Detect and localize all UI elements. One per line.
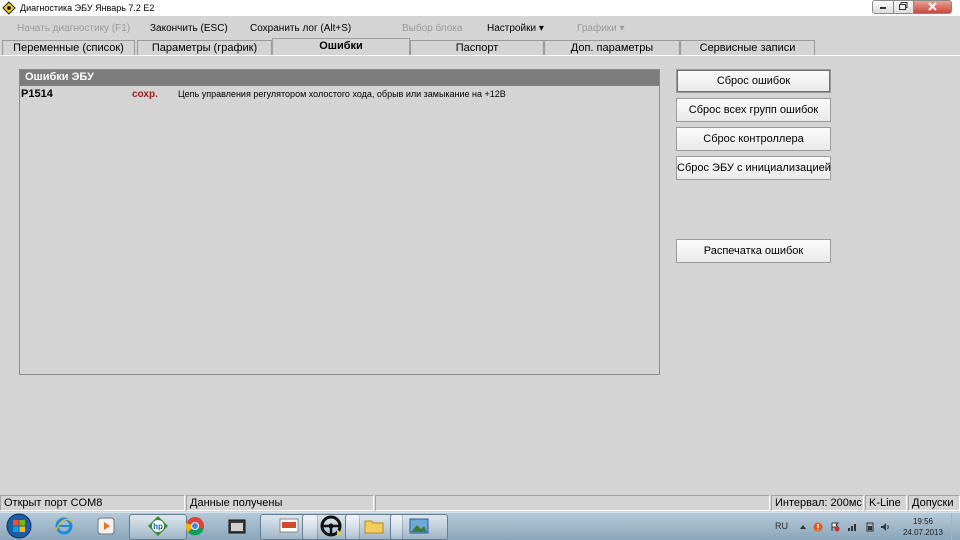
close-button[interactable]	[914, 0, 952, 14]
menu-bar: Начать диагностику (F1) Закончить (ESC) …	[0, 18, 960, 40]
status-port: Открыт порт COM8	[0, 495, 185, 511]
tab-variables-list[interactable]: Переменные (список)	[2, 40, 135, 56]
error-row[interactable]: P1514 сохр. Цепь управления регулятором …	[20, 86, 659, 100]
hp-icon: hp	[147, 515, 169, 540]
reset-all-groups-button[interactable]: Сброс всех групп ошибок	[676, 98, 831, 122]
menu-stop[interactable]: Закончить (ESC)	[150, 23, 228, 34]
app-logo-icon	[2, 1, 16, 15]
tab-divider	[0, 55, 960, 56]
tab-extra-parameters[interactable]: Доп. параметры	[544, 40, 680, 56]
status-bar: Открыт порт COM8 Данные получены Интерва…	[0, 494, 960, 512]
action-center-icon[interactable]	[830, 522, 840, 532]
error-code: P1514	[21, 88, 53, 100]
title-bar: Диагностика ЭБУ Январь 7.2 Е2	[0, 0, 960, 16]
tab-parameters-chart[interactable]: Параметры (график)	[137, 40, 272, 56]
taskbar: hp RU 19:56 24.07.2013	[0, 512, 960, 540]
error-description: Цепь управления регулятором холостого хо…	[178, 89, 506, 99]
internet-explorer-icon	[54, 516, 74, 539]
error-status: сохр.	[132, 89, 158, 100]
presentation-icon	[278, 516, 300, 539]
taskbar-photo-viewer[interactable]	[390, 514, 448, 540]
menu-select-block[interactable]: Выбор блока	[402, 23, 462, 34]
language-indicator[interactable]: RU	[775, 521, 788, 531]
svg-text:hp: hp	[153, 522, 163, 531]
menu-start-diagnostics[interactable]: Начать диагностику (F1)	[17, 23, 130, 34]
reset-ecu-init-button[interactable]: Сброс ЭБУ с инициализацией	[676, 156, 831, 180]
ecu-errors-panel: Ошибки ЭБУ P1514 сохр. Цепь управления р…	[19, 69, 660, 375]
menu-charts[interactable]: Графики ▾	[577, 23, 625, 34]
network-icon[interactable]	[847, 522, 857, 532]
clock-time: 19:56	[912, 517, 934, 526]
menu-settings[interactable]: Настройки ▾	[487, 23, 544, 34]
panel-title: Ошибки ЭБУ	[20, 70, 659, 86]
volume-icon[interactable]	[880, 522, 890, 532]
tab-passport[interactable]: Паспорт	[410, 40, 544, 56]
status-protocol: K-Line	[865, 495, 907, 511]
window-title: Диагностика ЭБУ Январь 7.2 Е2	[20, 3, 155, 13]
menu-settings-label: Настройки	[487, 23, 537, 34]
dropdown-arrow-icon: ▾	[619, 23, 625, 34]
taskbar-media-player[interactable]	[86, 514, 126, 540]
clock-date: 24.07.2013	[902, 528, 944, 537]
battery-icon[interactable]	[865, 522, 875, 532]
minimize-icon	[879, 2, 887, 12]
start-orb-icon	[6, 513, 32, 540]
minimize-button[interactable]	[872, 0, 894, 14]
status-tolerances: Допуски	[908, 495, 960, 511]
start-button[interactable]	[3, 513, 35, 540]
tray-arrow-icon[interactable]	[798, 522, 808, 532]
status-data: Данные получены	[186, 495, 374, 511]
reset-controller-button[interactable]: Сброс контроллера	[676, 127, 831, 151]
print-errors-button[interactable]: Распечатка ошибок	[676, 239, 831, 263]
tab-errors[interactable]: Ошибки	[272, 38, 410, 56]
photo-viewer-icon	[408, 516, 430, 539]
dropdown-arrow-icon: ▾	[538, 23, 544, 34]
tab-strip: Переменные (список) Параметры (график) О…	[0, 38, 960, 56]
file-explorer-icon	[363, 516, 385, 539]
menu-charts-label: Графики	[577, 23, 617, 34]
tab-service-records[interactable]: Сервисные записи	[680, 40, 815, 56]
media-player-icon	[96, 516, 116, 539]
chrome-icon	[185, 516, 205, 539]
taskbar-app-window[interactable]	[217, 514, 257, 540]
taskbar-ie[interactable]	[44, 514, 84, 540]
taskbar-chrome[interactable]	[175, 514, 215, 540]
show-desktop-button[interactable]	[951, 513, 960, 540]
tray-clock[interactable]: 19:56 24.07.2013	[900, 516, 946, 538]
close-icon	[928, 1, 937, 13]
steering-wheel-icon	[320, 515, 342, 540]
reset-errors-button[interactable]: Сброс ошибок	[676, 69, 831, 93]
status-interval: Интервал: 200мс	[771, 495, 864, 511]
restore-icon	[899, 2, 908, 12]
app-window-icon	[227, 516, 247, 539]
status-empty	[375, 495, 770, 511]
restore-button[interactable]	[894, 0, 914, 14]
menu-save-log[interactable]: Сохранить лог (Alt+S)	[250, 23, 351, 34]
warning-icon[interactable]	[813, 522, 823, 532]
